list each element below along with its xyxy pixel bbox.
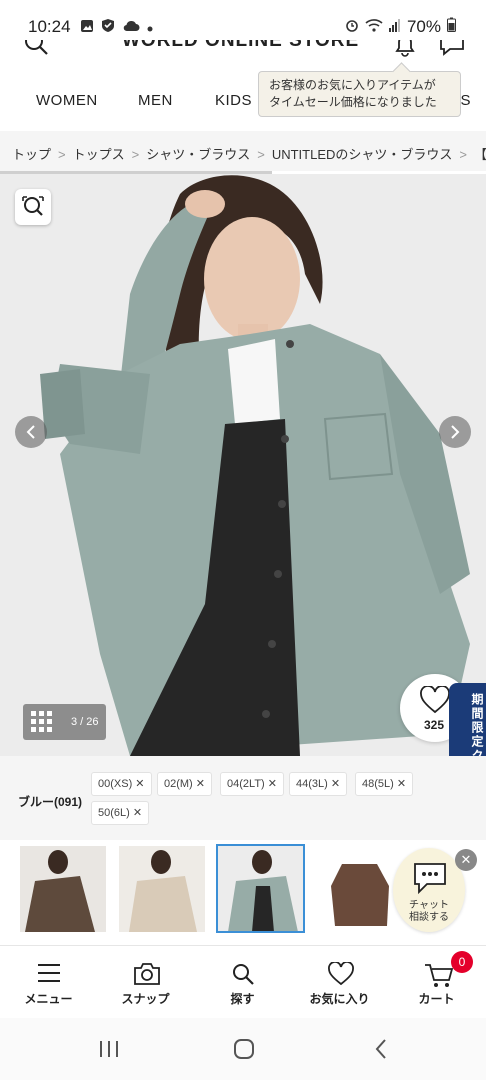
- grid-icon: [31, 711, 52, 735]
- search-icon: [233, 964, 254, 985]
- color-label: ブルー(091): [18, 795, 83, 809]
- shield-notif-icon: [101, 18, 115, 38]
- thumbnail-blue-selected[interactable]: [216, 844, 305, 933]
- tab-favorites[interactable]: お気に入り: [291, 946, 388, 1018]
- prev-image-button[interactable]: [15, 416, 47, 448]
- size-selector: ブルー(091): [0, 756, 486, 840]
- cart-badge: 0: [451, 951, 473, 973]
- bottom-tab-bar: メニュー スナップ 探す お気に入り カート: [0, 945, 486, 1017]
- breadcrumb-item[interactable]: トップス: [73, 147, 125, 162]
- size-chip[interactable]: 04(2LT) ✕: [220, 772, 284, 796]
- battery-icon: [447, 17, 456, 37]
- battery-level: 70%: [406, 17, 441, 36]
- nav-women[interactable]: WOMEN: [36, 92, 98, 109]
- menu-icon: [38, 964, 60, 982]
- close-icon[interactable]: ✕: [455, 849, 477, 871]
- breadcrumb-separator: >: [459, 147, 467, 162]
- breadcrumb-item[interactable]: シャツ・ブラウス: [146, 147, 250, 162]
- zoom-icon: [15, 196, 51, 229]
- tab-snap[interactable]: スナップ: [97, 946, 194, 1018]
- size-chip[interactable]: 02(M) ✕: [157, 772, 213, 796]
- tab-menu[interactable]: メニュー: [0, 946, 97, 1018]
- wifi-icon: [365, 17, 383, 37]
- chat-label-2: 相談する: [409, 912, 449, 923]
- status-notification-icons: [80, 18, 153, 38]
- breadcrumb-item[interactable]: 【シーズ: [474, 147, 486, 162]
- tab-label: スナップ: [121, 992, 170, 1006]
- heart-icon: [328, 962, 354, 986]
- camera-icon: [134, 963, 160, 985]
- breadcrumb-separator: >: [257, 147, 265, 162]
- signal-icon: [388, 17, 401, 37]
- alarm-icon: [345, 17, 359, 37]
- status-bar: 10:24 70%: [0, 0, 486, 40]
- tab-label: 探す: [230, 992, 255, 1006]
- breadcrumb-item[interactable]: UNTITLEDのシャツ・ブラウス: [272, 147, 453, 162]
- back-icon[interactable]: [373, 1038, 389, 1065]
- size-chip[interactable]: 50(6L) ✕: [91, 801, 150, 825]
- size-chip-label: 50(6L): [98, 807, 130, 819]
- cart-icon: [425, 964, 454, 987]
- product-main-image[interactable]: [0, 174, 486, 756]
- chat-label-1: チャット: [409, 900, 449, 911]
- cloud-notif-icon: [122, 19, 140, 37]
- size-chip-label: 00(XS): [98, 778, 133, 790]
- thumbnail-brown[interactable]: [20, 846, 106, 932]
- size-chip[interactable]: 44(3L) ✕: [289, 772, 348, 796]
- thumbnail-beige[interactable]: [119, 846, 205, 932]
- breadcrumb-separator: >: [58, 147, 66, 162]
- gallery-notif-icon: [80, 19, 94, 38]
- system-navigation-bar: [0, 1018, 486, 1080]
- heart-icon: [420, 685, 450, 719]
- tab-label: カート: [418, 992, 455, 1006]
- thumbnail-product-flat[interactable]: [317, 846, 403, 932]
- tooltip-line-1: お客様のお気に入りアイテムが: [269, 78, 436, 92]
- size-chip[interactable]: 48(5L) ✕: [355, 772, 414, 796]
- breadcrumb-item[interactable]: トップ: [12, 147, 51, 162]
- size-chip-label: 02(M): [164, 778, 193, 790]
- breadcrumb: トップ > トップス > シャツ・ブラウス > UNTITLEDのシャツ・ブラウス > 【シーズ: [0, 131, 486, 171]
- size-chip-label: 04(2LT): [227, 778, 265, 790]
- dot-notif-icon: [147, 19, 153, 37]
- favorite-sale-tooltip[interactable]: お客様のお気に入りアイテムが タイムセール価格になりました: [258, 71, 461, 117]
- size-chip-label: 44(3L): [296, 778, 328, 790]
- chat-bubble-icon: [411, 860, 449, 901]
- nav-kids[interactable]: KIDS: [215, 92, 252, 109]
- recent-apps-icon[interactable]: [98, 1039, 120, 1064]
- home-icon[interactable]: [233, 1038, 255, 1065]
- favorite-count: 325: [424, 718, 445, 732]
- next-image-button[interactable]: [439, 416, 471, 448]
- status-time: 10:24: [28, 17, 71, 36]
- status-right: 70%: [345, 17, 456, 37]
- size-chip-label: 48(5L): [362, 778, 394, 790]
- size-chip[interactable]: 00(XS) ✕: [91, 772, 152, 796]
- gallery-counter-text: 3 / 26: [71, 716, 99, 728]
- tab-search[interactable]: 探す: [194, 946, 291, 1018]
- gallery-counter[interactable]: 3 / 26: [23, 704, 106, 740]
- breadcrumb-separator: >: [131, 147, 140, 162]
- nav-men[interactable]: MEN: [138, 92, 173, 109]
- tab-label: お気に入り: [309, 992, 370, 1006]
- tab-label: メニュー: [24, 992, 73, 1006]
- tooltip-line-2: タイムセール価格になりました: [269, 95, 437, 109]
- zoom-button[interactable]: [15, 189, 51, 225]
